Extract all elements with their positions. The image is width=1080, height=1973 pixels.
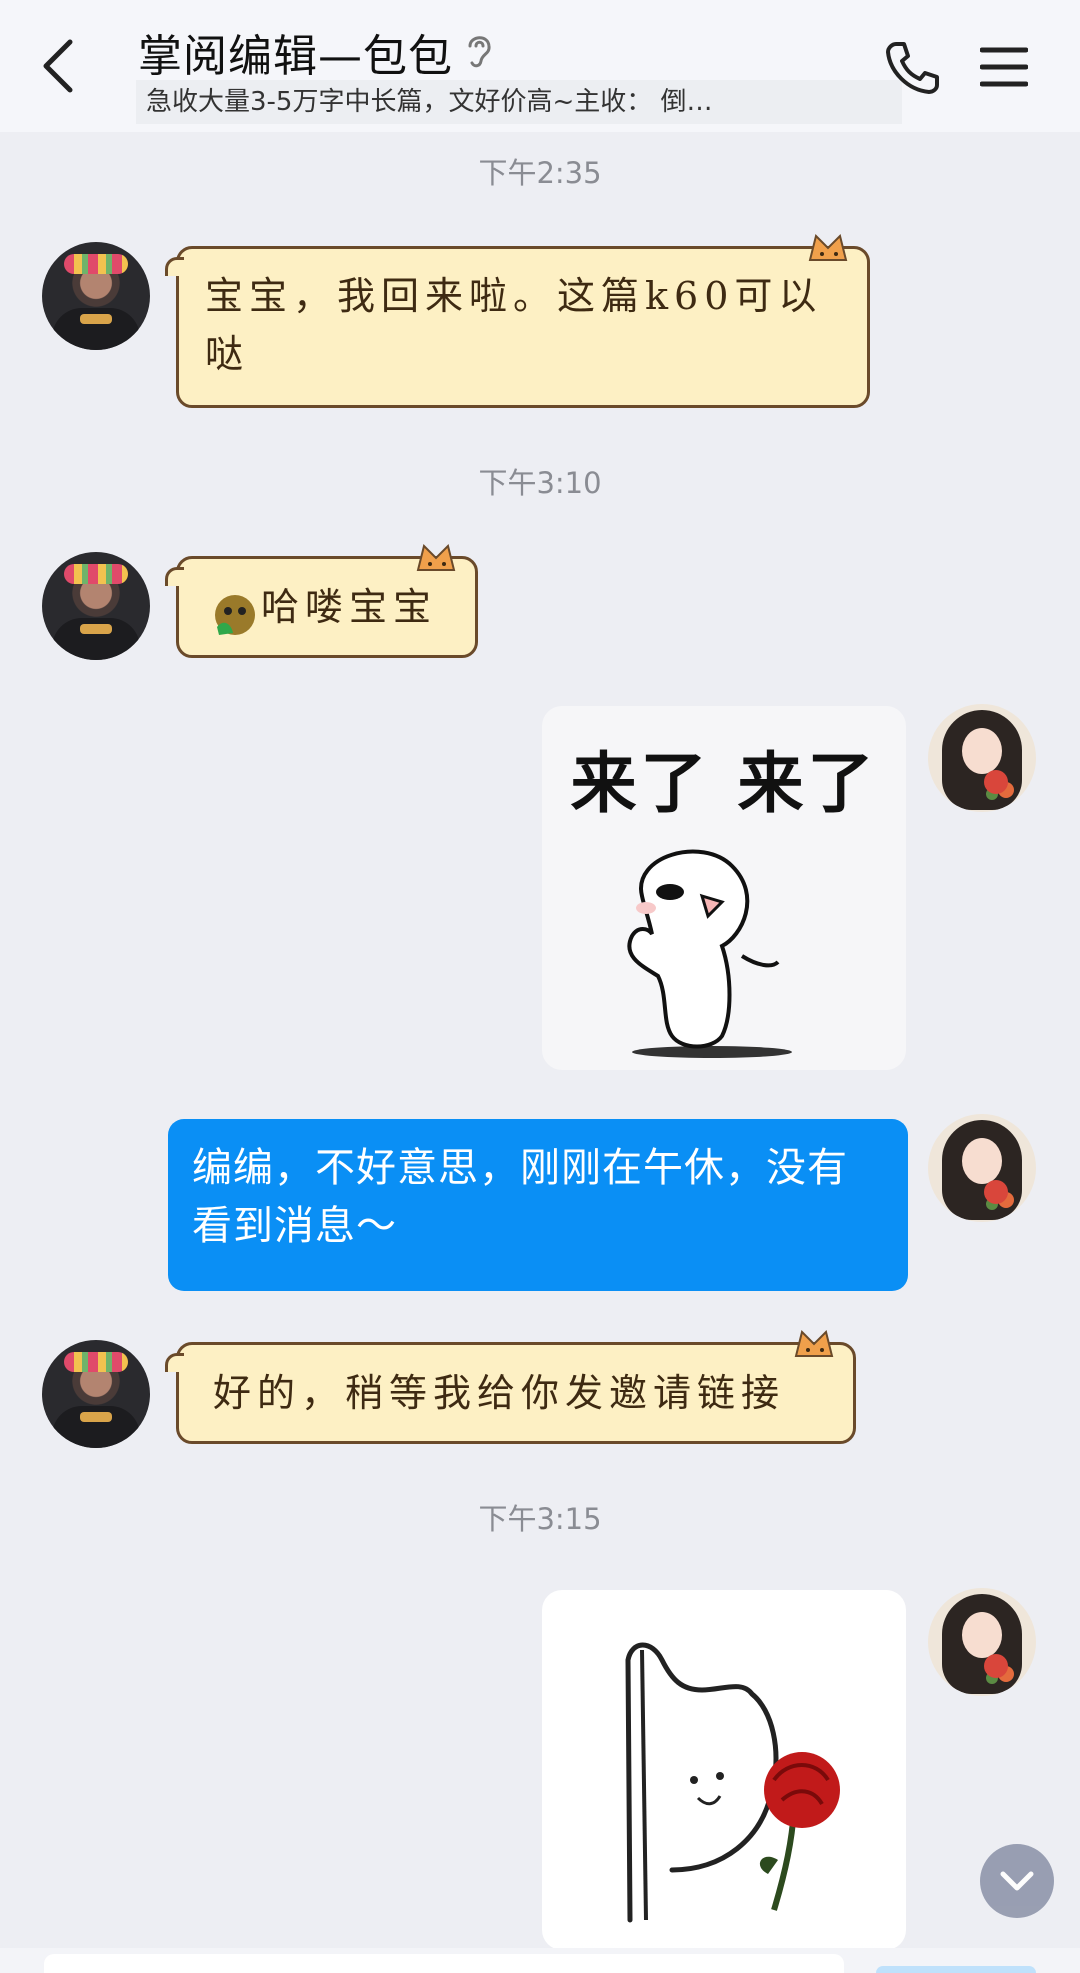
avatar-shirt-logo bbox=[80, 314, 112, 324]
avatar-flower bbox=[984, 1654, 1008, 1678]
menu-icon[interactable] bbox=[980, 46, 1028, 88]
ear-icon[interactable] bbox=[462, 30, 496, 70]
my-avatar[interactable] bbox=[928, 1588, 1036, 1696]
avatar-face bbox=[962, 728, 1002, 774]
contact-avatar[interactable] bbox=[42, 1340, 150, 1448]
message-bubble-left[interactable]: 好的，稍等我给你发邀请链接 bbox=[165, 1342, 856, 1444]
avatar-flower bbox=[984, 1180, 1008, 1204]
cat-with-rose-sticker-icon bbox=[625, 1642, 840, 1923]
flower-crown bbox=[64, 254, 128, 274]
avatar-shirt-logo bbox=[80, 1412, 112, 1422]
avatar-face bbox=[962, 1612, 1002, 1658]
message-text: 哈喽宝宝 bbox=[261, 585, 438, 629]
chevron-left-icon[interactable] bbox=[36, 36, 84, 96]
message-text: 好的，稍等我给你发邀请链接 bbox=[213, 1371, 786, 1415]
message-bubble-right[interactable]: 编编，不好意思，刚刚在午休，没有看到消息～ bbox=[168, 1119, 908, 1291]
message-input[interactable] bbox=[44, 1954, 844, 1973]
my-avatar[interactable] bbox=[928, 1114, 1036, 1222]
sticker-message[interactable]: 来了 来了 bbox=[542, 706, 906, 1070]
running-cat-sticker-icon bbox=[627, 849, 792, 1058]
cat-ear-icon bbox=[794, 1330, 834, 1357]
cat-ear-icon bbox=[416, 544, 456, 571]
message-timestamp: 下午2:35 bbox=[478, 156, 602, 190]
chat-header: 掌阅编辑—包包 急收大量3-5万字中长篇，文好价高~主收： 倒… bbox=[0, 0, 1080, 132]
scroll-to-bottom-button[interactable] bbox=[980, 1844, 1054, 1918]
chat-title[interactable]: 掌阅编辑—包包 bbox=[138, 20, 453, 84]
message-timestamp: 下午3:10 bbox=[478, 466, 602, 500]
flower-crown bbox=[64, 1352, 128, 1372]
message-timestamp: 下午3:15 bbox=[478, 1502, 602, 1536]
sticker-message[interactable] bbox=[542, 1590, 906, 1950]
cat-ear-icon bbox=[808, 234, 848, 261]
group-announcement[interactable]: 急收大量3-5万字中长篇，文好价高~主收： 倒… bbox=[136, 80, 902, 124]
message-text-line: 宝宝，我回来啦。这篇k60可以 bbox=[205, 274, 823, 318]
contact-avatar[interactable] bbox=[42, 242, 150, 350]
grinning-face-emoji-icon bbox=[215, 595, 255, 635]
chevron-down-icon bbox=[1000, 1871, 1034, 1891]
my-avatar[interactable] bbox=[928, 704, 1036, 812]
contact-avatar[interactable] bbox=[42, 552, 150, 660]
sticker-caption: 来了 来了 bbox=[570, 745, 878, 822]
avatar-shirt-logo bbox=[80, 624, 112, 634]
avatar-face bbox=[962, 1138, 1002, 1184]
flower-crown bbox=[64, 564, 128, 584]
message-text-line: 哒 bbox=[205, 332, 250, 376]
avatar-flower bbox=[984, 770, 1008, 794]
phone-icon[interactable] bbox=[882, 38, 942, 98]
send-button[interactable] bbox=[876, 1966, 1036, 1973]
message-bubble-left[interactable]: 宝宝，我回来啦。这篇k60可以 哒 bbox=[165, 246, 870, 408]
